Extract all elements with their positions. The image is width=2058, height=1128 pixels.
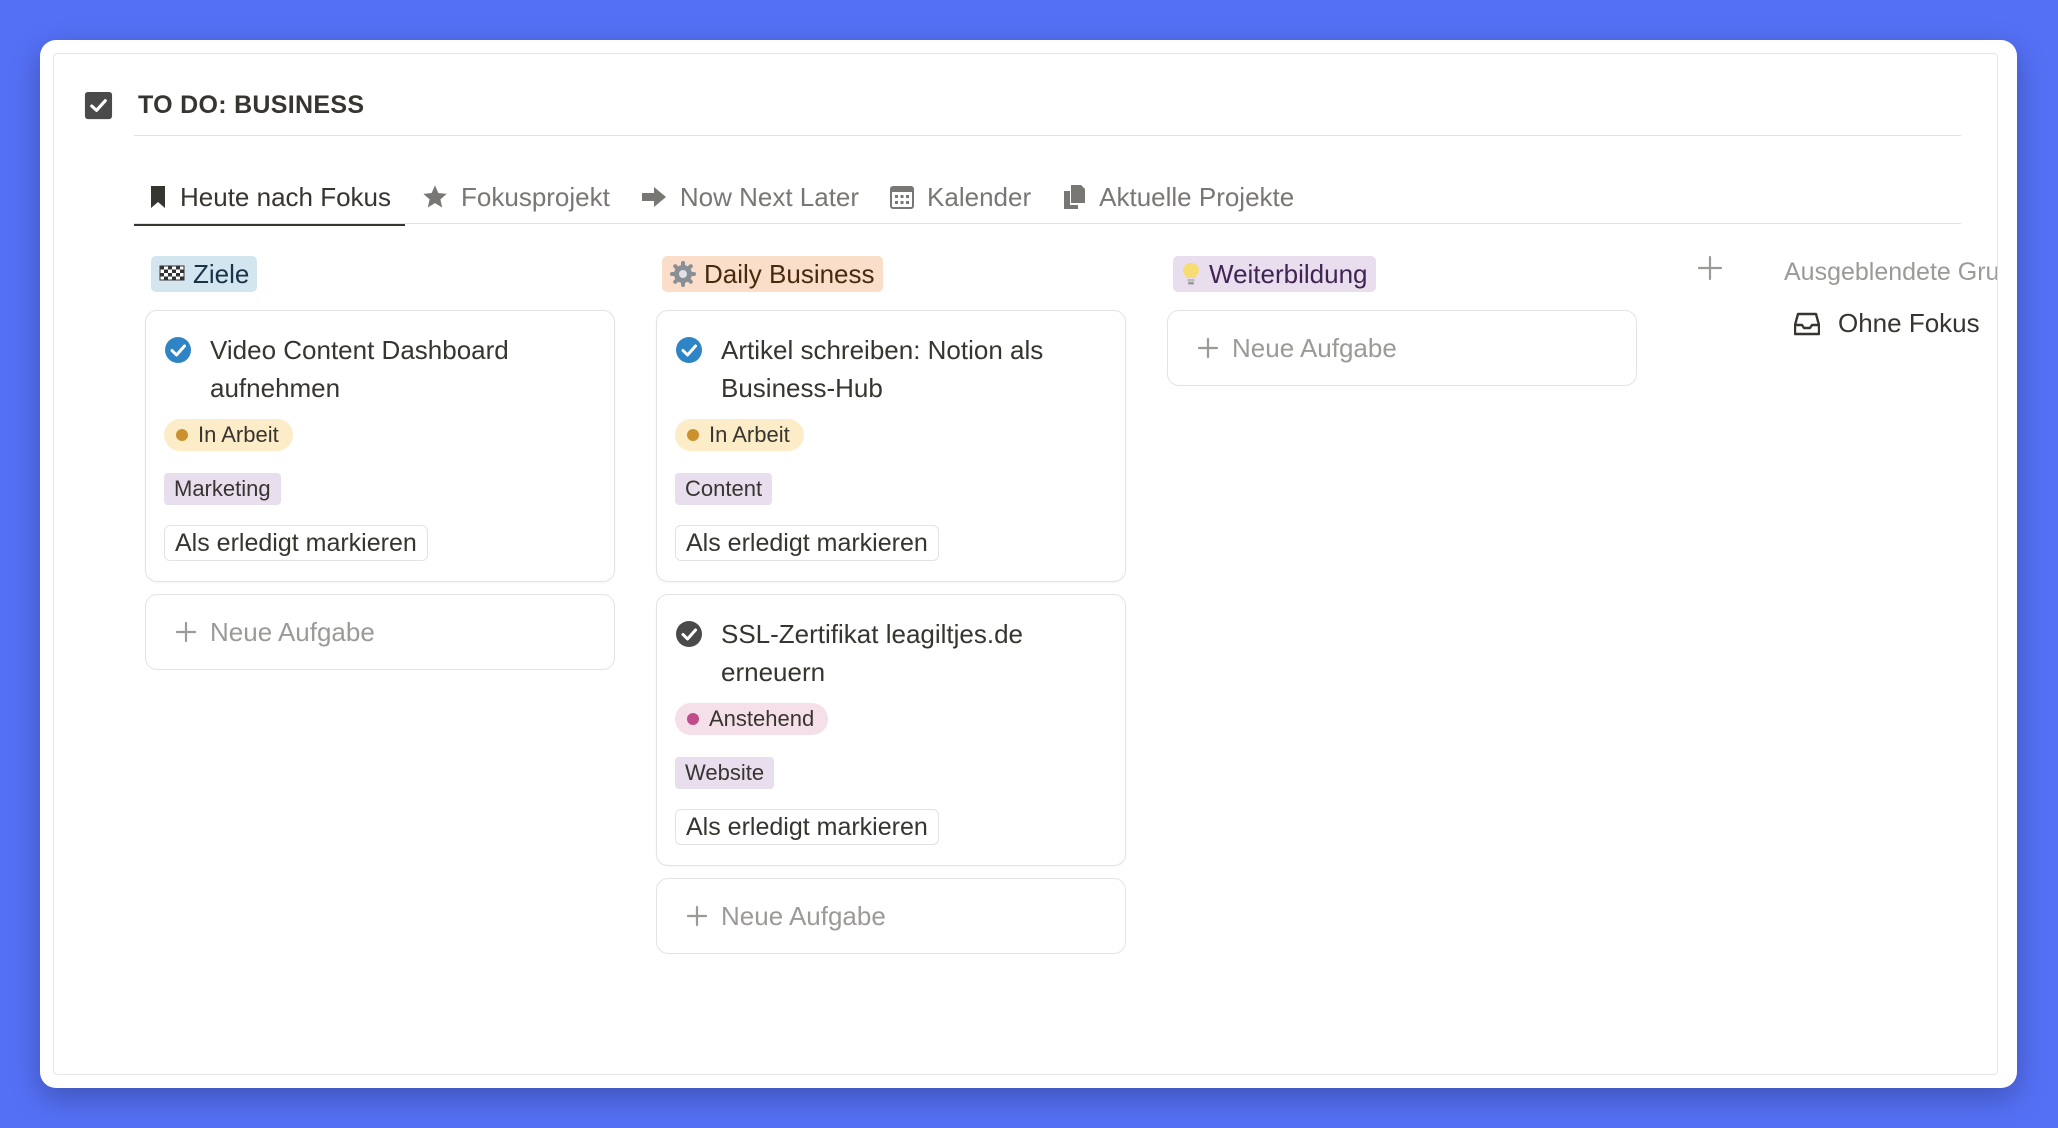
mark-done-button[interactable]: Als erledigt markieren [675,809,939,845]
gear-icon [670,261,696,287]
bookmark-icon [151,186,165,208]
tab-label: Heute nach Fokus [180,181,392,212]
mark-done-button[interactable]: Als erledigt markieren [164,525,428,561]
category-tag: Marketing [164,473,281,505]
tab-heute-nach-fokus[interactable]: Heute nach Fokus [134,172,406,226]
add-group-icon[interactable] [1696,254,1724,282]
plus-icon [175,621,197,643]
plus-icon [686,905,708,927]
category-tag: Content [675,473,773,505]
task-card[interactable]: Artikel schreiben: Notion als Business-H… [656,310,1126,582]
checkered-flag-icon [159,264,185,284]
tab-label: Now Next Later [679,181,860,212]
group-label-text: Weiterbildung [1209,258,1368,289]
category-tag: Website [675,757,775,789]
group-column-daily-business: Daily Business Artikel schreiben: Notion… [656,256,1126,954]
hidden-group-ohne-fokus[interactable]: Ohne Fokus [1794,308,1980,339]
status-dot [687,713,699,725]
divider [134,135,1961,136]
task-title-text: Artikel schreiben: Notion als Business-H… [721,335,1044,403]
tab-label: Fokusprojekt [461,181,610,212]
blue-check-icon[interactable] [164,336,192,364]
status-dot [687,429,699,441]
status-badge: In Arbeit [675,419,804,451]
divider [134,223,1961,224]
status-text: Anstehend [709,706,815,731]
star-icon [423,185,447,208]
tab-aktuelle-projekte[interactable]: Aktuelle Projekte [1047,172,1308,222]
group-label-text: Daily Business [704,258,875,289]
hidden-group-label: Ohne Fokus [1838,308,1980,338]
task-title-text: Video Content Dashboard aufnehmen [210,335,509,403]
status-badge: Anstehend [675,703,829,735]
group-column-weiterbildung: Weiterbildung Neue Aufgabe [1167,256,1637,386]
new-task-label: Neue Aufgabe [1232,332,1397,363]
dark-check-icon[interactable] [675,620,703,648]
tab-label: Aktuelle Projekte [1099,181,1295,212]
tab-now-next-later[interactable]: Now Next Later [626,172,873,222]
checkbox-icon[interactable] [83,90,114,121]
group-label-weiterbildung[interactable]: Weiterbildung [1173,256,1376,292]
task-card[interactable]: Video Content Dashboard aufnehmen In Arb… [145,310,615,582]
new-task-button[interactable]: Neue Aufgabe [1167,310,1637,386]
status-dot [176,429,188,441]
task-title: Artikel schreiben: Notion als Business-H… [675,331,1107,407]
task-title: SSL-Zertifikat leagiltjes.de erneuern [675,615,1107,691]
calendar-icon [890,186,915,209]
lightbulb-icon [1181,261,1201,287]
group-label-text: Ziele [193,258,250,289]
group-column-ziele: Ziele Video Content Dashboard aufnehmen … [145,256,615,670]
database-title[interactable]: TO DO: BUSINESS [138,91,364,120]
app-window: TO DO: BUSINESS Heute nach Fokus Fokuspr… [40,40,2017,1088]
tab-fokusprojekt[interactable]: Fokusprojekt [407,172,624,222]
task-title-text: SSL-Zertifikat leagiltjes.de erneuern [721,619,1024,687]
new-task-button[interactable]: Neue Aufgabe [656,878,1126,954]
new-task-label: Neue Aufgabe [721,900,886,931]
hidden-groups-label[interactable]: Ausgeblendete Gruppen [1784,258,1997,287]
status-text: In Arbeit [709,422,790,447]
new-task-button[interactable]: Neue Aufgabe [145,594,615,670]
documents-icon [1064,185,1086,209]
new-task-label: Neue Aufgabe [210,616,375,647]
group-label-daily-business[interactable]: Daily Business [662,256,883,292]
status-text: In Arbeit [198,422,279,447]
arrow-right-icon [641,187,666,207]
mark-done-button[interactable]: Als erledigt markieren [675,525,939,561]
task-card[interactable]: SSL-Zertifikat leagiltjes.de erneuern An… [656,594,1126,866]
database-view: TO DO: BUSINESS Heute nach Fokus Fokuspr… [53,53,1998,1075]
blue-check-icon[interactable] [675,336,703,364]
tab-kalender[interactable]: Kalender [875,172,1045,222]
plus-icon [1197,337,1219,359]
task-title: Video Content Dashboard aufnehmen [164,331,596,407]
status-badge: In Arbeit [164,419,293,451]
tab-label: Kalender [927,181,1032,212]
database-header: TO DO: BUSINESS [83,88,364,122]
inbox-icon [1794,312,1820,335]
view-tabs: Heute nach Fokus Fokusprojekt Now Next L… [134,172,1310,226]
group-label-ziele[interactable]: Ziele [151,256,258,292]
